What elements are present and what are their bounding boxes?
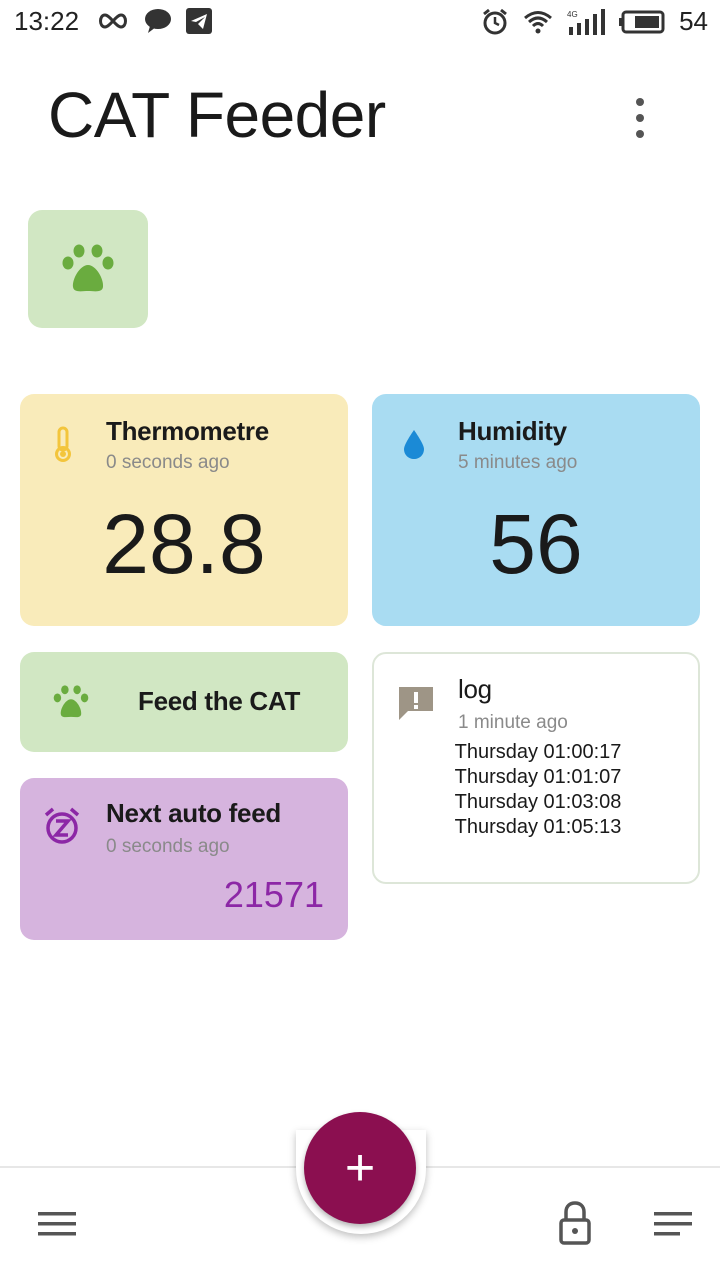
log-updated: 1 minute ago [458,712,568,733]
thermometre-updated: 0 seconds ago [106,452,230,473]
wifi-icon [524,10,553,33]
add-button[interactable]: + [304,1112,416,1224]
list-icon[interactable] [654,1210,692,1238]
paw-tile[interactable] [28,210,148,328]
log-entry: Thursday 01:00:17 [454,741,622,763]
humidity-card[interactable]: Humidity 5 minutes ago 56 [372,394,700,626]
log-entries: Thursday 01:00:17 Thursday 01:01:07 Thur… [374,740,702,840]
next-auto-feed-card[interactable]: Next auto feed 0 seconds ago 21571 [20,778,348,940]
alert-message-icon [399,687,433,720]
auto-feed-title: Next auto feed [106,798,281,828]
snooze-alarm-icon [44,807,80,844]
log-entry: Thursday 01:05:13 [454,816,622,838]
feed-the-cat-button[interactable]: Feed the CAT [20,652,348,752]
paw-icon [53,685,89,718]
menu-dot-icon [636,114,644,122]
battery-icon [619,10,665,33]
lock-icon[interactable] [558,1200,592,1246]
app-title: CAT Feeder [48,79,386,151]
chat-bubble-icon [145,9,171,33]
battery-level: 54 [679,6,708,36]
thermometer-icon [55,426,71,462]
log-entry: Thursday 01:03:08 [454,791,622,813]
telegram-icon [186,8,212,34]
log-title: log [458,674,492,704]
menu-dot-icon [636,130,644,138]
humidity-title: Humidity [458,416,567,446]
thermometre-title: Thermometre [106,416,269,446]
thermometre-card[interactable]: Thermometre 0 seconds ago 28.8 [20,394,348,626]
auto-feed-value: 21571 [223,874,324,915]
humidity-value: 56 [489,497,583,591]
overflow-menu-button[interactable] [626,98,654,138]
menu-dot-icon [636,98,644,106]
status-bar: 13:22 4G 54 [0,0,720,44]
status-time: 13:22 [14,6,80,36]
thermometre-value: 28.8 [102,497,266,591]
humidity-updated: 5 minutes ago [458,452,578,473]
feed-label: Feed the CAT [138,686,301,716]
infinity-icon [99,13,127,29]
network-type-text: 4G [567,10,578,19]
log-card[interactable]: log 1 minute ago Thursday 01:00:17 Thurs… [372,652,700,884]
water-drop-icon [404,430,424,459]
auto-feed-updated: 0 seconds ago [106,836,230,857]
hamburger-menu-icon[interactable] [38,1210,76,1238]
alarm-icon [483,8,508,34]
signal-icon: 4G [567,8,606,35]
paw-icon [62,244,114,292]
log-entry: Thursday 01:01:07 [454,766,622,788]
